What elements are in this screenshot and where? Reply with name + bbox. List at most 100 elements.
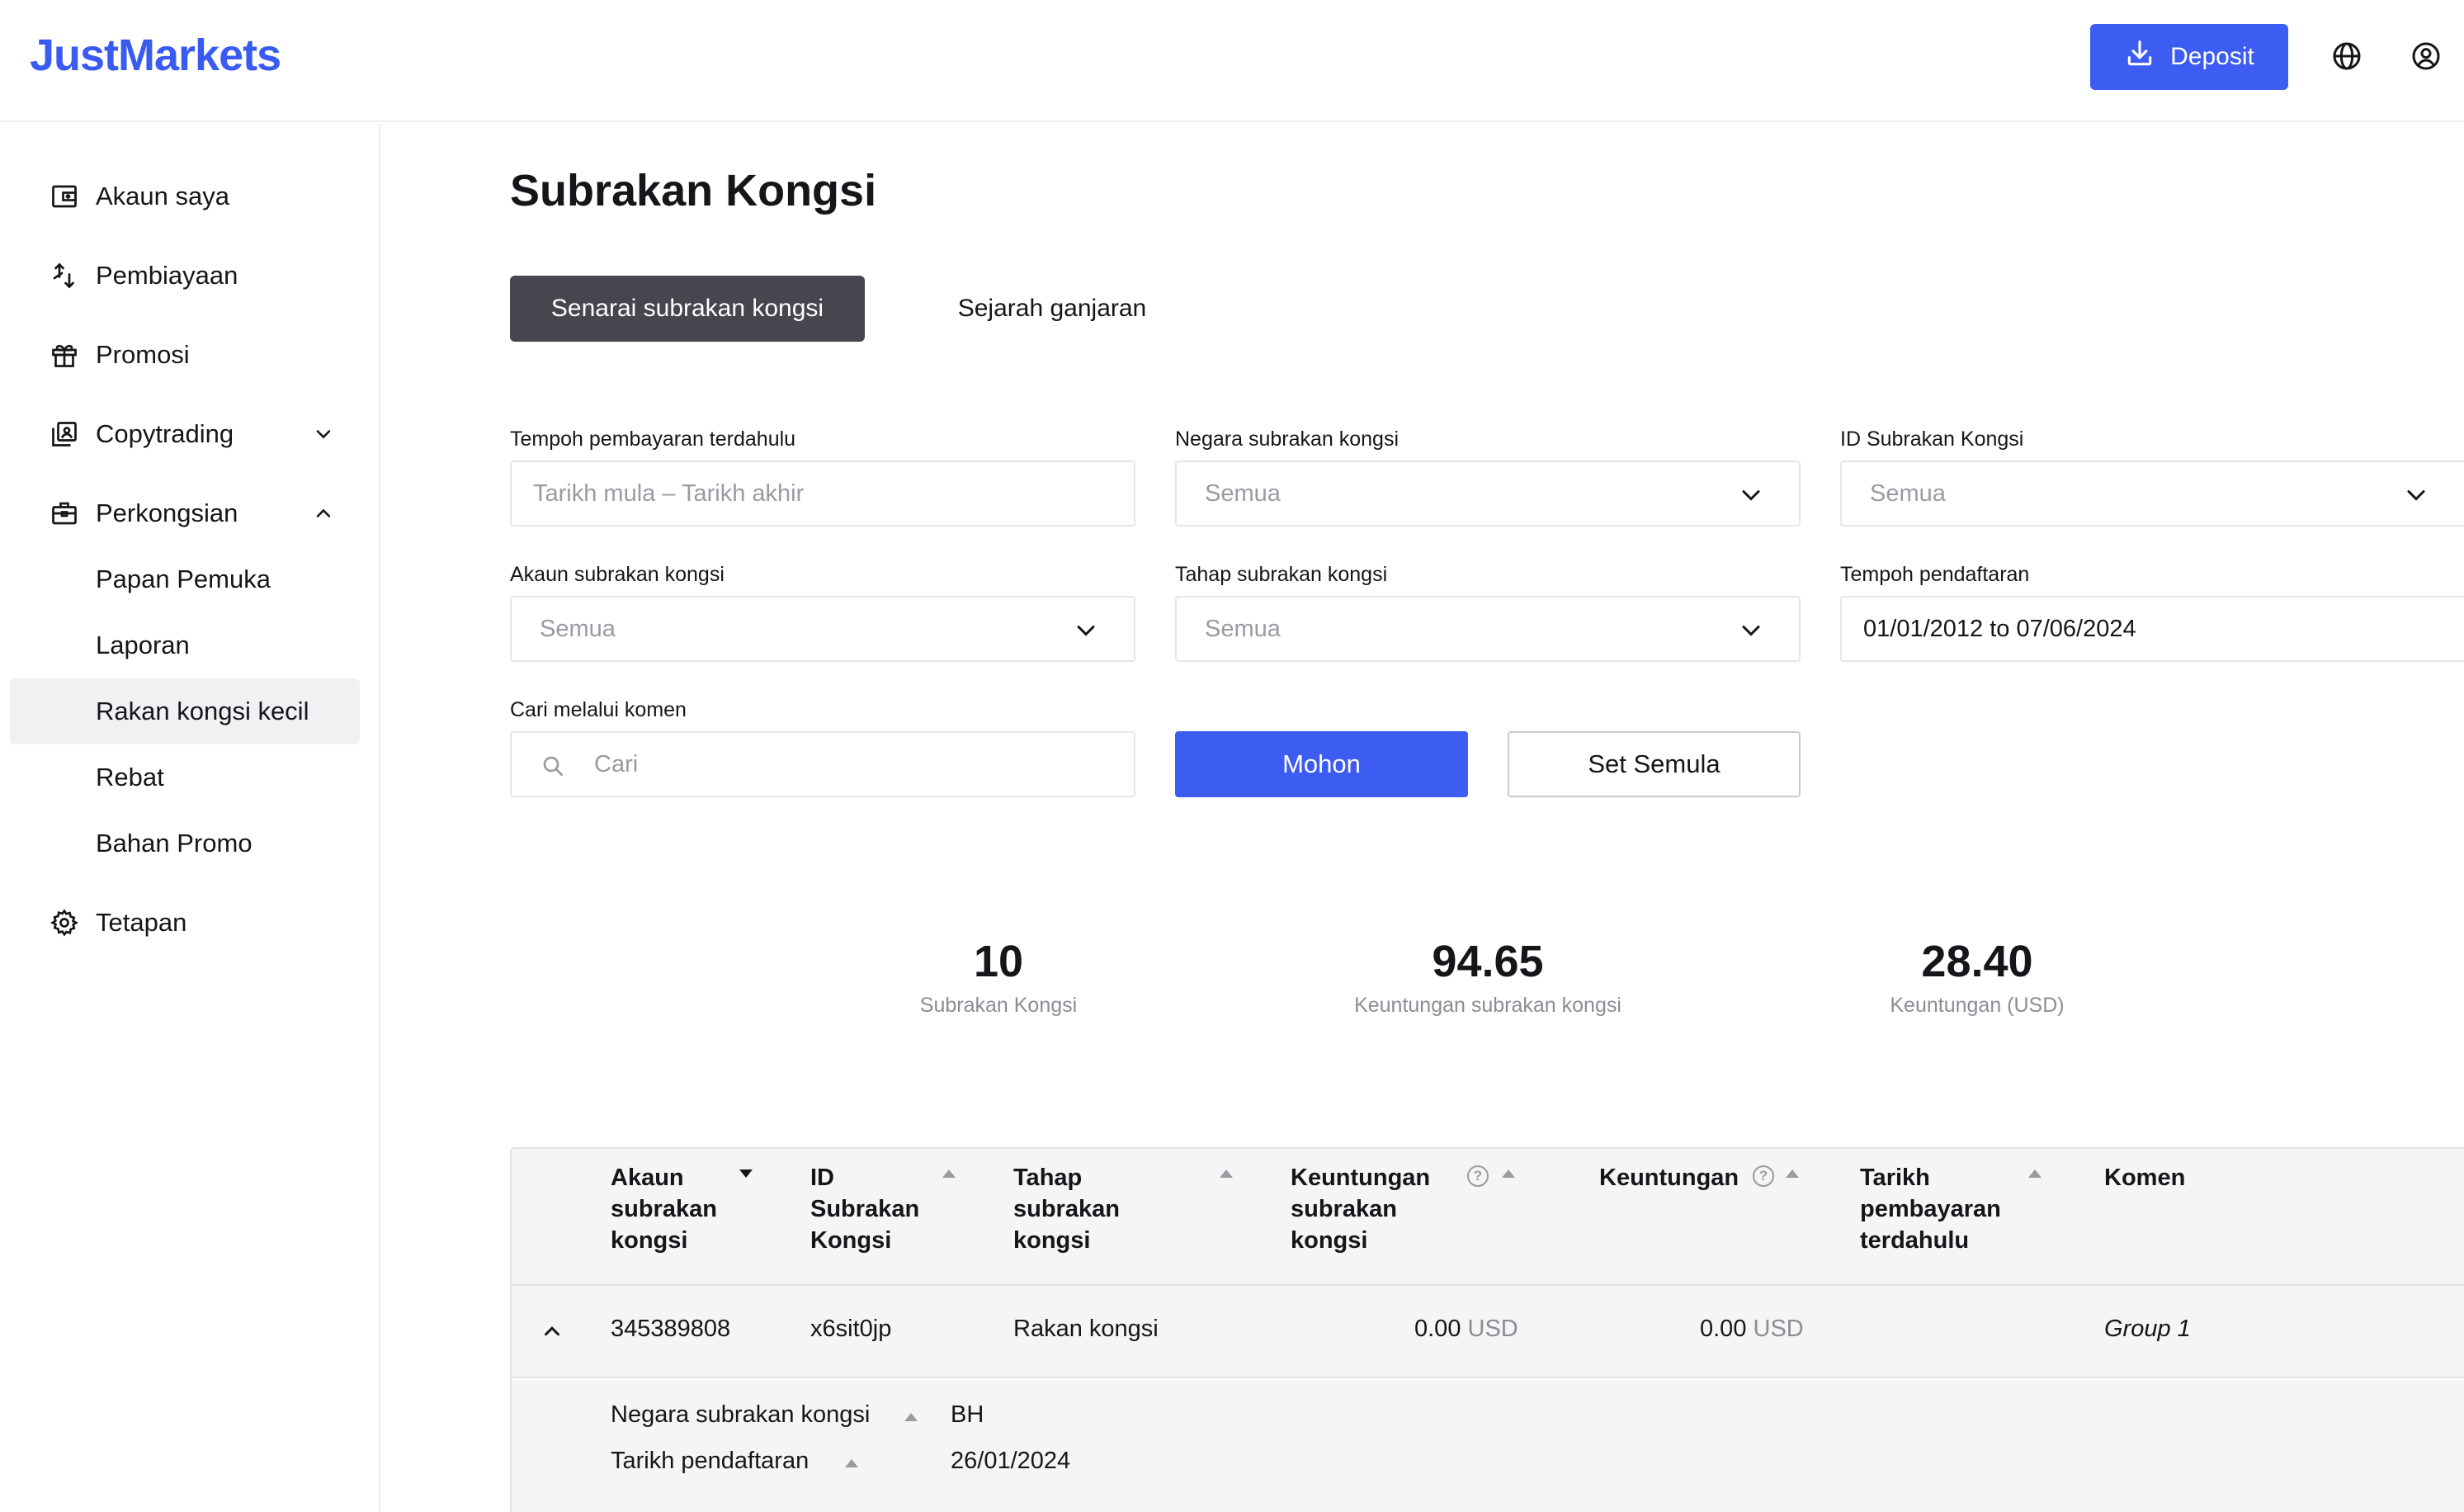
stat-value: 28.40 (1921, 937, 2033, 986)
column-header-last-payment[interactable]: Tarikh pembayaran terdahulu (1860, 1162, 2001, 1256)
subpartners-table: Akaun subrakan kongsi ID Subrakan Kongsi… (510, 1147, 2464, 1512)
chevron-down-icon (312, 423, 335, 446)
country-value: Semua (1205, 480, 1281, 507)
chevron-down-icon (2401, 480, 2431, 510)
header-line: Keuntungan (1291, 1165, 1431, 1191)
sidebar-subitem-papan-pemuka[interactable]: Papan Pemuka (10, 546, 360, 612)
tab-senarai-subrakan-kongsi[interactable]: Senarai subrakan kongsi (510, 276, 865, 342)
sidebar-subitem-rakan-kongsi-kecil[interactable]: Rakan kongsi kecil (10, 678, 360, 744)
sidebar-item-tetapan[interactable]: Tetapan (0, 890, 380, 956)
copytrading-icon (50, 419, 79, 449)
stat-value: 10 (973, 937, 1024, 986)
header-line: Kongsi (810, 1227, 892, 1254)
column-header-comment[interactable]: Komen (2104, 1162, 2185, 1193)
chevron-down-icon (1071, 616, 1101, 645)
column-header-profit[interactable]: Keuntungan (1599, 1162, 1739, 1193)
sidebar-item-perkongsian[interactable]: Perkongsian (0, 480, 380, 546)
account-select[interactable]: Semua (510, 596, 1135, 662)
transfer-icon (50, 261, 79, 291)
registration-period-field[interactable]: 01/01/2012 to 07/06/2024 (1840, 596, 2464, 662)
sidebar-item-label: Tetapan (96, 908, 187, 937)
subpartner-id-label: ID Subrakan Kongsi (1840, 428, 2024, 451)
cell-id: x6sit0jp (810, 1316, 892, 1342)
user-profile-icon[interactable] (2410, 40, 2443, 73)
sort-asc-icon[interactable] (904, 1413, 918, 1421)
amount: 0.00 (1414, 1316, 1461, 1342)
sort-asc-icon[interactable] (1786, 1169, 1799, 1178)
sidebar: Akaun saya Pembiayaan Promosi Copytradin… (0, 124, 380, 1512)
cell-profit: 0.00 USD (1700, 1316, 1804, 1343)
sidebar-subitem-laporan[interactable]: Laporan (10, 612, 360, 678)
comment-search-input[interactable] (594, 746, 1089, 782)
reset-button[interactable]: Set Semula (1508, 731, 1801, 797)
comment-search-field[interactable] (510, 731, 1135, 797)
last-payment-period-field[interactable]: Tarikh mula – Tarikh akhir (510, 461, 1135, 527)
top-bar: JustMarkets Deposit (0, 0, 2464, 122)
sidebar-item-pembiayaan[interactable]: Pembiayaan (0, 243, 380, 309)
chevron-up-icon[interactable] (540, 1319, 564, 1344)
sort-asc-icon[interactable] (942, 1169, 956, 1178)
sidebar-subitem-label: Rakan kongsi kecil (96, 697, 309, 725)
header-line: kongsi (1013, 1227, 1091, 1254)
header-line: Tahap (1013, 1165, 1083, 1191)
deposit-button[interactable]: Deposit (2090, 24, 2288, 90)
tab-sejarah-ganjaran[interactable]: Sejarah ganjaran (924, 276, 1180, 342)
sort-asc-icon[interactable] (2028, 1169, 2042, 1178)
header-line: kongsi (611, 1227, 688, 1254)
registration-period-label: Tempoh pendaftaran (1840, 563, 2030, 586)
sidebar-item-copytrading[interactable]: Copytrading (0, 401, 380, 467)
column-header-level[interactable]: Tahap subrakan kongsi (1013, 1162, 1120, 1256)
sidebar-subitem-label: Papan Pemuka (96, 565, 271, 593)
header-line: Tarikh (1860, 1165, 1930, 1191)
cell-level: Rakan kongsi (1013, 1316, 1159, 1342)
help-icon[interactable]: ? (1467, 1165, 1489, 1187)
sidebar-item-label: Promosi (96, 340, 190, 369)
stat-label: Subrakan Kongsi (919, 994, 1078, 1017)
wallet-icon (50, 182, 79, 211)
stat-profit-usd: 28.40 Keuntungan (USD) (1771, 936, 2183, 1018)
chevron-down-icon (1736, 480, 1766, 510)
header-line: Subrakan (810, 1196, 920, 1222)
sort-asc-icon[interactable] (1220, 1169, 1233, 1178)
table-row[interactable]: 345389808 x6sit0jp Rakan kongsi 0.00 USD… (512, 1286, 2464, 1378)
gift-icon (50, 340, 79, 370)
level-select[interactable]: Semua (1175, 596, 1801, 662)
stat-value: 94.65 (1432, 937, 1544, 986)
country-select[interactable]: Semua (1175, 461, 1801, 527)
stat-subpartner-profit: 94.65 Keuntungan subrakan kongsi (1282, 936, 1694, 1018)
sort-desc-icon[interactable] (739, 1169, 753, 1178)
subpartner-id-value: Semua (1870, 480, 1946, 507)
sidebar-item-label: Pembiayaan (96, 261, 238, 290)
sidebar-item-promosi[interactable]: Promosi (0, 322, 380, 388)
sidebar-subitem-label: Bahan Promo (96, 829, 253, 858)
header-line: kongsi (1291, 1227, 1368, 1254)
chevron-down-icon (1736, 616, 1766, 645)
stat-label: Keuntungan subrakan kongsi (1354, 994, 1621, 1017)
header-line: ID (810, 1165, 834, 1191)
apply-button[interactable]: Mohon (1175, 731, 1468, 797)
level-label: Tahap subrakan kongsi (1175, 563, 1388, 586)
stat-label: Keuntungan (USD) (1890, 994, 2065, 1017)
sort-asc-icon[interactable] (1502, 1169, 1515, 1178)
briefcase-icon (50, 498, 79, 528)
row-details: Negara subrakan kongsi BH Tarikh pendaft… (512, 1380, 2464, 1512)
header-line: subrakan (611, 1196, 717, 1222)
subpartner-id-select[interactable]: Semua (1840, 461, 2464, 527)
sidebar-subitem-rebat[interactable]: Rebat (10, 744, 360, 810)
globe-icon[interactable] (2330, 40, 2363, 73)
sidebar-item-akaun-saya[interactable]: Akaun saya (0, 163, 380, 229)
justmarkets-logo[interactable]: JustMarkets (30, 30, 281, 81)
sidebar-item-label: Akaun saya (96, 182, 229, 210)
header-line: pembayaran (1860, 1196, 2001, 1222)
sidebar-subitem-bahan-promo[interactable]: Bahan Promo (10, 810, 360, 876)
detail-registration-value: 26/01/2024 (951, 1448, 1071, 1474)
column-header-account[interactable]: Akaun subrakan kongsi (611, 1162, 717, 1256)
column-header-id[interactable]: ID Subrakan Kongsi (810, 1162, 919, 1256)
download-icon (2124, 38, 2155, 76)
account-label: Akaun subrakan kongsi (510, 563, 725, 586)
sidebar-item-label: Perkongsian (96, 498, 238, 527)
level-value: Semua (1205, 615, 1281, 642)
help-icon[interactable]: ? (1753, 1165, 1774, 1187)
column-header-subpartner-profit[interactable]: Keuntungan subrakan kongsi (1291, 1162, 1430, 1256)
sort-asc-icon[interactable] (845, 1459, 858, 1467)
